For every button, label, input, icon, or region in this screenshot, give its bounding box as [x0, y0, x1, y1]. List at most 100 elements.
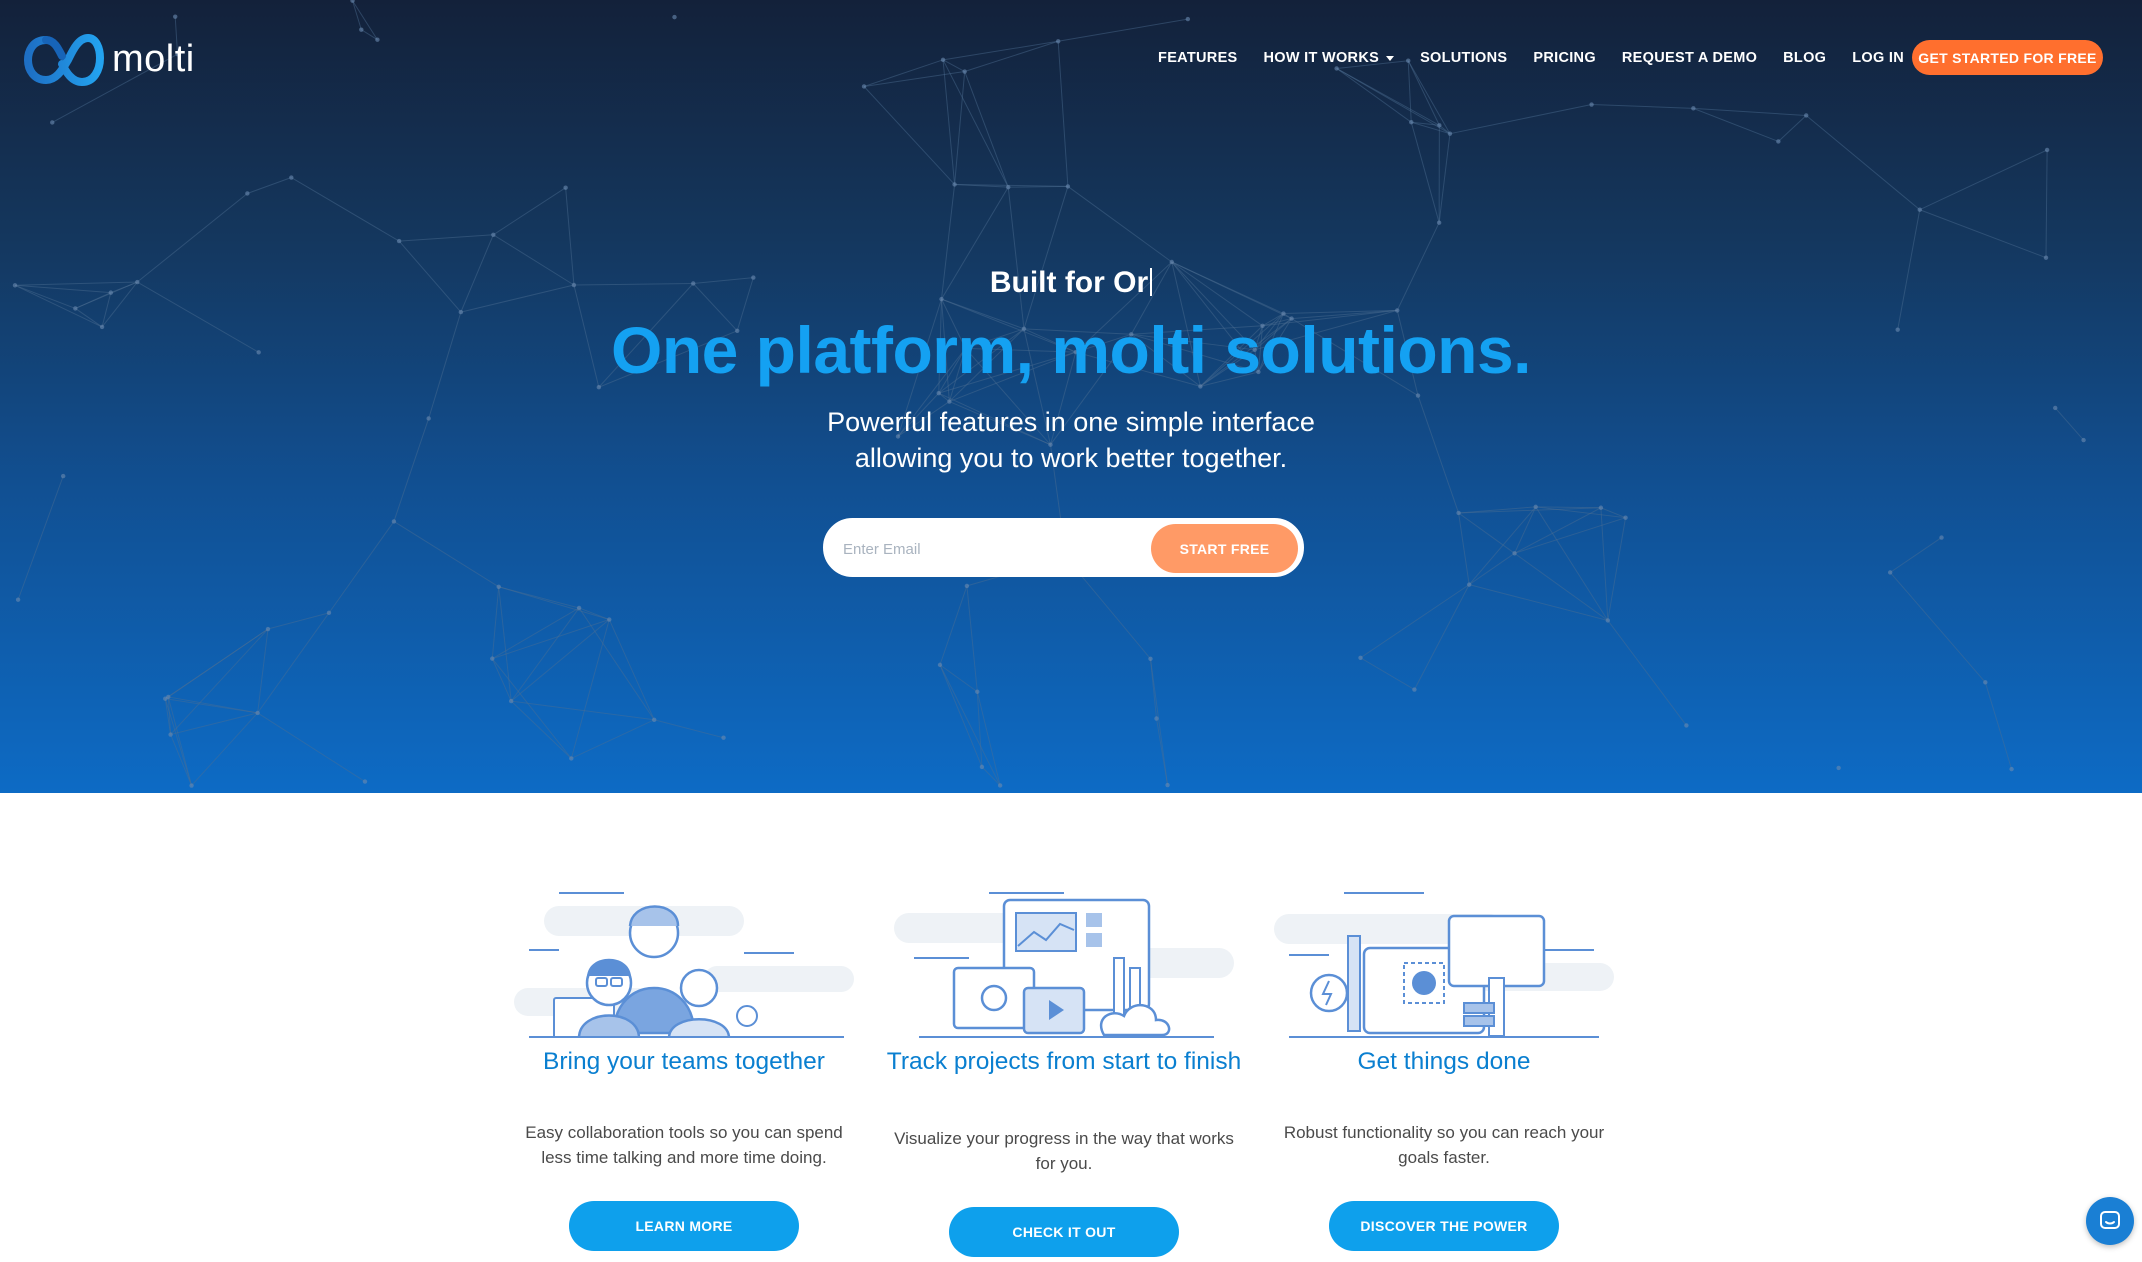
network-node	[173, 14, 178, 19]
caret-down-icon	[1386, 55, 1395, 61]
network-node	[73, 306, 78, 311]
brand-name: molti	[112, 37, 195, 80]
network-edge	[1889, 572, 1986, 683]
network-node	[396, 238, 402, 244]
network-edge	[1919, 149, 2048, 211]
typing-cursor	[1150, 268, 1153, 296]
discover-power-button[interactable]: DISCOVER THE POWER	[1329, 1201, 1559, 1251]
hero-subline: Powerful features in one simple interfac…	[0, 404, 2142, 476]
network-node	[375, 37, 380, 42]
hero-subline-line-1: Powerful features in one simple interfac…	[827, 407, 1315, 437]
network-edge	[165, 698, 258, 714]
network-edge	[191, 712, 259, 786]
network-edge	[1805, 115, 1921, 211]
network-edge	[257, 712, 366, 783]
email-input[interactable]	[843, 532, 1143, 566]
brand-logo[interactable]: molti	[24, 30, 195, 88]
network-edge	[939, 664, 1001, 786]
network-edge	[1458, 512, 1470, 585]
network-node	[1589, 102, 1594, 107]
nav-how-it-works[interactable]: HOW IT WORKS	[1264, 50, 1395, 66]
network-node	[607, 617, 612, 622]
network-node	[1358, 655, 1363, 660]
nav-log-in[interactable]: LOG IN	[1852, 50, 1904, 66]
check-it-out-button[interactable]: CHECK IT OUT	[949, 1207, 1179, 1257]
network-edge	[654, 719, 724, 739]
nav-how-it-works-label: HOW IT WORKS	[1263, 50, 1380, 66]
network-background	[12, 0, 2086, 788]
start-free-button[interactable]: START FREE	[1151, 524, 1298, 573]
network-edge	[498, 586, 580, 609]
network-edge	[399, 234, 494, 242]
main-nav: FEATURES HOW IT WORKS SOLUTIONS PRICING …	[1132, 50, 1904, 66]
network-node	[861, 84, 867, 89]
network-edge	[1458, 506, 1536, 514]
network-edge	[491, 658, 512, 702]
network-node	[569, 756, 574, 761]
network-node	[672, 14, 677, 20]
nav-pricing[interactable]: PRICING	[1533, 50, 1596, 66]
network-edge	[1889, 537, 1942, 573]
chat-launcher[interactable]	[2086, 1197, 2134, 1245]
network-edge	[1919, 209, 2047, 259]
network-node	[1804, 113, 1809, 118]
network-node	[1169, 259, 1174, 265]
network-node	[289, 175, 294, 180]
network-edge	[1336, 68, 1451, 135]
get-started-button[interactable]: GET STARTED FOR FREE	[1912, 40, 2103, 75]
network-node	[1447, 131, 1453, 136]
network-edge	[1468, 506, 1537, 585]
network-node	[1836, 765, 1841, 771]
nav-solutions[interactable]: SOLUTIONS	[1420, 50, 1507, 66]
network-edge	[170, 628, 269, 735]
network-node	[1456, 510, 1461, 516]
network-node	[255, 710, 260, 716]
network-node	[975, 689, 980, 694]
learn-more-button[interactable]: LEARN MORE	[569, 1201, 799, 1251]
network-edge	[164, 628, 269, 700]
network-node	[1533, 504, 1538, 510]
features-section: Bring your teams together Easy collabora…	[0, 793, 2142, 1262]
network-edge	[863, 59, 944, 87]
network-node	[997, 783, 1003, 788]
network-node	[496, 584, 501, 589]
network-edge	[352, 0, 362, 30]
network-edge	[510, 700, 572, 759]
network-node	[2043, 255, 2049, 260]
network-edge	[1007, 187, 1025, 329]
molti-logo-icon	[24, 33, 104, 87]
hero-kicker-text: Built for Or	[989, 266, 1149, 299]
hero-headline: One platform, molti solutions.	[610, 313, 1532, 387]
tools-illustration	[1274, 892, 1614, 1038]
network-edge	[1984, 682, 2013, 770]
feature-teams-title: Bring your teams together	[543, 1048, 825, 1075]
network-edge	[1778, 115, 1807, 142]
network-edge	[1693, 107, 1807, 116]
network-edge	[1149, 658, 1169, 786]
network-node	[1055, 39, 1061, 44]
network-edge	[247, 177, 292, 194]
nav-blog[interactable]: BLOG	[1783, 50, 1826, 66]
network-node	[1598, 505, 1604, 510]
network-edge	[863, 71, 965, 87]
network-node	[936, 390, 941, 396]
network-node	[362, 779, 368, 784]
network-node	[962, 69, 967, 74]
feature-teams-text: Easy collaboration tools so you can spen…	[525, 1123, 843, 1167]
nav-request-demo[interactable]: REQUEST A DEMO	[1622, 50, 1757, 66]
network-edge	[608, 619, 655, 720]
nav-features[interactable]: FEATURES	[1158, 50, 1237, 66]
network-edge	[1438, 133, 1451, 223]
network-edge	[164, 698, 193, 786]
hero-section: molti FEATURES HOW IT WORKS SOLUTIONS PR…	[0, 0, 2142, 793]
network-node	[563, 185, 568, 190]
network-node	[1691, 106, 1696, 111]
network-edge	[291, 177, 400, 242]
network-edge	[1591, 104, 1694, 109]
network-node	[1154, 716, 1159, 721]
network-edge	[492, 619, 610, 660]
network-node	[15, 597, 21, 602]
network-edge	[578, 607, 655, 721]
network-edge	[863, 86, 955, 185]
network-node	[1436, 220, 1442, 225]
